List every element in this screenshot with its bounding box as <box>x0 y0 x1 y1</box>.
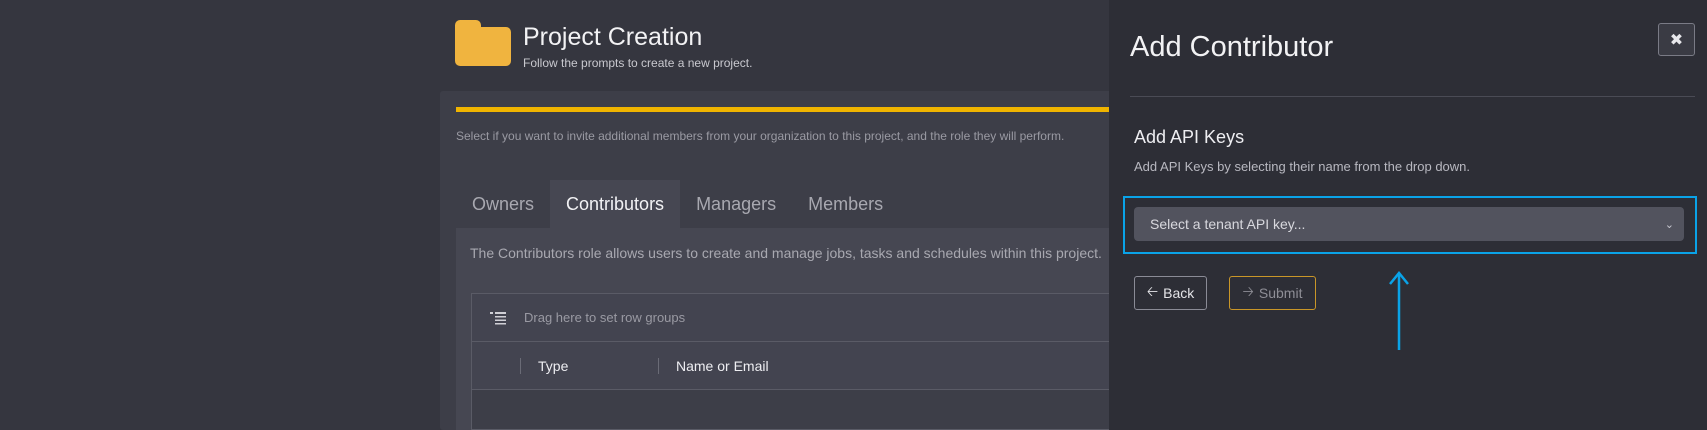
back-button[interactable]: 🡠 Back <box>1134 276 1207 310</box>
page-header: Project Creation Follow the prompts to c… <box>455 20 752 70</box>
select-placeholder: Select a tenant API key... <box>1150 216 1306 232</box>
close-button[interactable]: ✖ <box>1658 23 1695 56</box>
section-title: Add API Keys <box>1134 127 1245 147</box>
tab-owners[interactable]: Owners <box>456 180 550 228</box>
tab-managers[interactable]: Managers <box>680 180 792 228</box>
row-group-icon <box>490 311 506 324</box>
pointer-arrow-icon <box>1389 271 1409 350</box>
page-title: Project Creation <box>523 23 703 51</box>
add-contributor-drawer: Add Contributor ✖ Add API Keys Add API K… <box>1109 0 1707 430</box>
section-description: Add API Keys by selecting their name fro… <box>1134 159 1471 174</box>
tab-members[interactable]: Members <box>792 180 899 228</box>
divider <box>1130 96 1695 97</box>
tab-contributors[interactable]: Contributors <box>550 180 681 228</box>
wizard-description: Select if you want to invite additional … <box>456 129 1065 143</box>
column-type[interactable]: Type <box>538 358 568 374</box>
arrow-right-icon: 🡢 <box>1242 283 1254 299</box>
arrow-left-icon: 🡠 <box>1146 283 1159 299</box>
tenant-api-key-select[interactable]: Select a tenant API key... ⌄ <box>1134 207 1684 241</box>
role-description: The Contributors role allows users to cr… <box>470 245 1102 261</box>
column-name-or-email[interactable]: Name or Email <box>676 358 769 374</box>
row-group-panel[interactable]: Drag here to set row groups <box>472 294 1119 342</box>
page-subtitle: Follow the prompts to create a new proje… <box>523 56 753 70</box>
row-group-hint: Drag here to set row groups <box>524 310 686 325</box>
tab-panel: The Contributors role allows users to cr… <box>456 228 1120 430</box>
folder-icon <box>455 20 511 66</box>
drawer-title: Add Contributor <box>1130 31 1334 63</box>
chevron-down-icon: ⌄ <box>1664 218 1674 231</box>
back-label: Back <box>1163 285 1195 301</box>
submit-button[interactable]: 🡢 Submit <box>1229 276 1316 310</box>
wizard-card: Select if you want to invite additional … <box>440 91 1120 430</box>
progress-bar <box>456 107 1120 112</box>
members-grid: Drag here to set row groups Type Name or… <box>471 293 1120 430</box>
grid-header: Type Name or Email <box>472 342 1119 390</box>
close-icon: ✖ <box>1669 31 1684 49</box>
role-tabs: Owners Contributors Managers Members <box>456 180 899 228</box>
submit-label: Submit <box>1258 285 1303 301</box>
